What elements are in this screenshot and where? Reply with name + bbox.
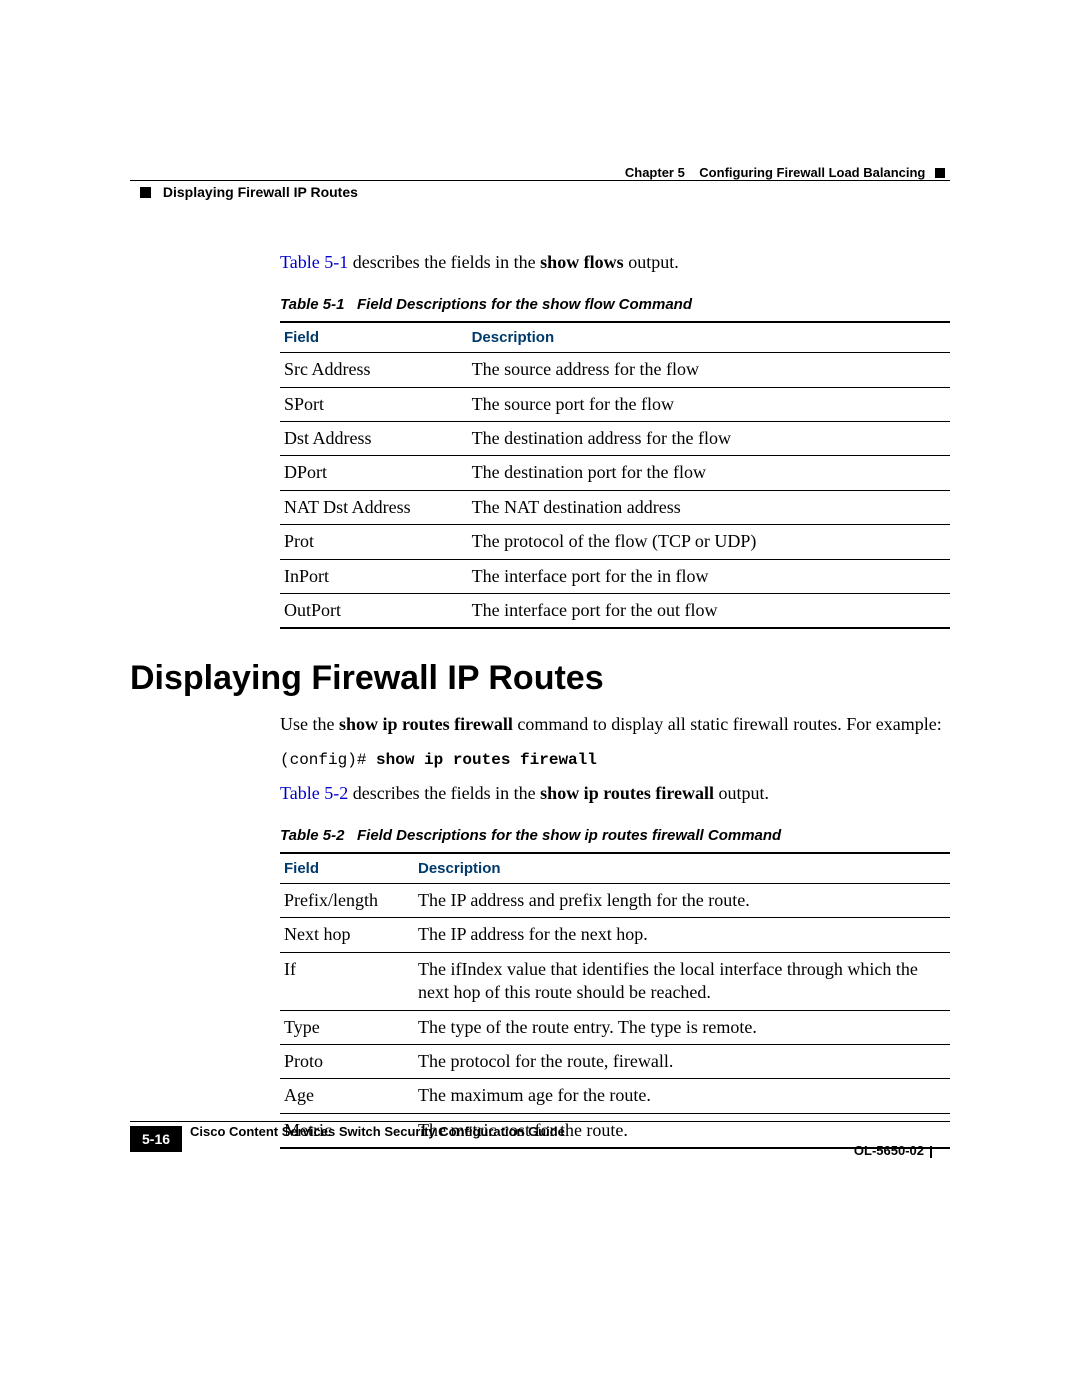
cell-desc: The IP address and prefix length for the…	[414, 884, 950, 918]
cell-field: Age	[280, 1079, 414, 1113]
cell-desc: The protocol of the flow (TCP or UDP)	[468, 525, 950, 559]
cell-field: Prefix/length	[280, 884, 414, 918]
intro-paragraph-1: Table 5-1 describes the fields in the sh…	[280, 250, 950, 274]
table-5-2: Field Description Prefix/lengthThe IP ad…	[280, 852, 950, 1149]
para2-a: Use the	[280, 714, 339, 734]
footer-rule	[130, 1121, 950, 1122]
table-5-1-caption: Table 5-1 Field Descriptions for the sho…	[280, 296, 950, 313]
table-5-1: Field Description Src AddressThe source …	[280, 321, 950, 629]
cell-field: NAT Dst Address	[280, 490, 468, 524]
cell-desc: The source address for the flow	[468, 353, 950, 387]
table-row: Src AddressThe source address for the fl…	[280, 353, 950, 387]
table-5-1-link[interactable]: Table 5-1	[280, 252, 348, 272]
intro1-end: output.	[624, 252, 679, 272]
code-example: (config)# show ip routes firewall	[280, 751, 950, 769]
cell-desc: The NAT destination address	[468, 490, 950, 524]
table-row: TypeThe type of the route entry. The typ…	[280, 1010, 950, 1044]
cell-field: Src Address	[280, 353, 468, 387]
table-5-2-caption: Table 5-2 Field Descriptions for the sho…	[280, 827, 950, 844]
cell-desc: The destination address for the flow	[468, 422, 950, 456]
cell-desc: The maximum age for the route.	[414, 1079, 950, 1113]
table-row: AgeThe maximum age for the route.	[280, 1079, 950, 1113]
cmd-show-flows: show flows	[540, 252, 624, 272]
cell-field: Proto	[280, 1044, 414, 1078]
cell-field: OutPort	[280, 594, 468, 629]
table-row: SPortThe source port for the flow	[280, 387, 950, 421]
table1-col-desc: Description	[468, 322, 950, 353]
cell-field: Type	[280, 1010, 414, 1044]
cell-field: InPort	[280, 559, 468, 593]
cell-field: DPort	[280, 456, 468, 490]
cell-field: Prot	[280, 525, 468, 559]
intro1-text: describes the fields in the	[348, 252, 540, 272]
table-row: NAT Dst AddressThe NAT destination addre…	[280, 490, 950, 524]
table-row: DPortThe destination port for the flow	[280, 456, 950, 490]
cell-desc: The interface port for the out flow	[468, 594, 950, 629]
doc-id-text: OL-5650-02	[854, 1143, 924, 1158]
cell-field: Dst Address	[280, 422, 468, 456]
cell-desc: The IP address for the next hop.	[414, 918, 950, 952]
header-rule	[130, 180, 950, 181]
cell-field: If	[280, 952, 414, 1010]
table-row: Next hopThe IP address for the next hop.	[280, 918, 950, 952]
table2-col-desc: Description	[414, 853, 950, 884]
cell-desc: The source port for the flow	[468, 387, 950, 421]
cmd-show-ip-routes-firewall-2: show ip routes firewall	[540, 783, 714, 803]
cell-desc: The type of the route entry. The type is…	[414, 1010, 950, 1044]
table1-col-field: Field	[280, 322, 468, 353]
table-row: OutPortThe interface port for the out fl…	[280, 594, 950, 629]
intro-paragraph-2: Table 5-2 describes the fields in the sh…	[280, 781, 950, 805]
intro2-text: describes the fields in the	[348, 783, 540, 803]
intro2-end: output.	[714, 783, 769, 803]
code-prompt: (config)#	[280, 751, 376, 769]
chapter-title: Configuring Firewall Load Balancing	[699, 165, 925, 180]
table-5-2-link[interactable]: Table 5-2	[280, 783, 348, 803]
table-row: IfThe ifIndex value that identifies the …	[280, 952, 950, 1010]
cmd-show-ip-routes-firewall: show ip routes firewall	[339, 714, 513, 734]
cell-field: Next hop	[280, 918, 414, 952]
main-content: Table 5-1 describes the fields in the sh…	[280, 250, 950, 1149]
table-row: Prefix/lengthThe IP address and prefix l…	[280, 884, 950, 918]
cell-desc: The destination port for the flow	[468, 456, 950, 490]
doc-id: OL-5650-02	[854, 1143, 932, 1158]
cell-desc: The interface port for the in flow	[468, 559, 950, 593]
table2-col-field: Field	[280, 853, 414, 884]
doc-id-marker-icon	[930, 1146, 932, 1158]
running-header: Chapter 5 Configuring Firewall Load Bala…	[625, 165, 945, 180]
header-marker-icon	[935, 168, 945, 178]
table1-num: Table 5-1	[280, 296, 344, 313]
section-running-text: Displaying Firewall IP Routes	[163, 184, 358, 200]
table2-num: Table 5-2	[280, 827, 344, 844]
section-running-head: Displaying Firewall IP Routes	[140, 184, 358, 200]
section-marker-icon	[140, 187, 151, 198]
table2-title: Field Descriptions for the show ip route…	[357, 827, 781, 844]
paragraph-2: Use the show ip routes firewall command …	[280, 712, 950, 736]
table1-title: Field Descriptions for the show flow Com…	[357, 296, 692, 313]
code-command: show ip routes firewall	[376, 751, 597, 769]
page-number: 5-16	[130, 1126, 182, 1152]
chapter-ref: Chapter 5	[625, 165, 685, 180]
table-row: InPortThe interface port for the in flow	[280, 559, 950, 593]
section-title: Displaying Firewall IP Routes	[130, 659, 950, 698]
table-row: Dst AddressThe destination address for t…	[280, 422, 950, 456]
cell-desc: The ifIndex value that identifies the lo…	[414, 952, 950, 1010]
para2-c: command to display all static firewall r…	[513, 714, 942, 734]
cell-field: SPort	[280, 387, 468, 421]
table-row: ProtoThe protocol for the route, firewal…	[280, 1044, 950, 1078]
cell-desc: The protocol for the route, firewall.	[414, 1044, 950, 1078]
footer-book-title: Cisco Content Services Switch Security C…	[190, 1124, 565, 1139]
table-row: ProtThe protocol of the flow (TCP or UDP…	[280, 525, 950, 559]
